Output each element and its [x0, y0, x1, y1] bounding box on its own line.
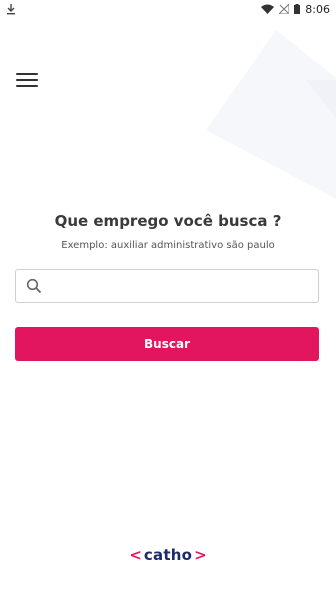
- status-time: 8:06: [305, 2, 330, 16]
- search-button[interactable]: Buscar: [15, 327, 319, 361]
- download-icon: [7, 3, 15, 14]
- no-signal-icon: [279, 4, 290, 14]
- logo-text: catho: [143, 546, 193, 564]
- menu-line: [16, 85, 38, 87]
- screen: 8:06 Que emprego você busca ? Exemplo: a…: [0, 0, 336, 600]
- logo-chevron-right: >: [194, 546, 207, 564]
- search-field[interactable]: [15, 269, 319, 303]
- menu-line: [16, 79, 38, 81]
- page-title: Que emprego você busca ?: [54, 212, 282, 230]
- status-right: 8:06: [261, 3, 330, 16]
- search-icon: [26, 278, 42, 294]
- search-input[interactable]: [50, 270, 318, 302]
- background-decoration: [206, 30, 336, 199]
- hamburger-menu-icon[interactable]: [16, 70, 38, 90]
- catho-logo: < catho >: [0, 546, 336, 564]
- status-bar: 8:06: [0, 0, 336, 18]
- battery-icon: [294, 4, 301, 14]
- menu-line: [16, 73, 38, 75]
- logo-chevron-left: <: [129, 546, 142, 564]
- search-example-text: Exemplo: auxiliar administrativo são pau…: [61, 240, 275, 251]
- wifi-icon: [261, 4, 275, 14]
- status-left: [6, 3, 16, 15]
